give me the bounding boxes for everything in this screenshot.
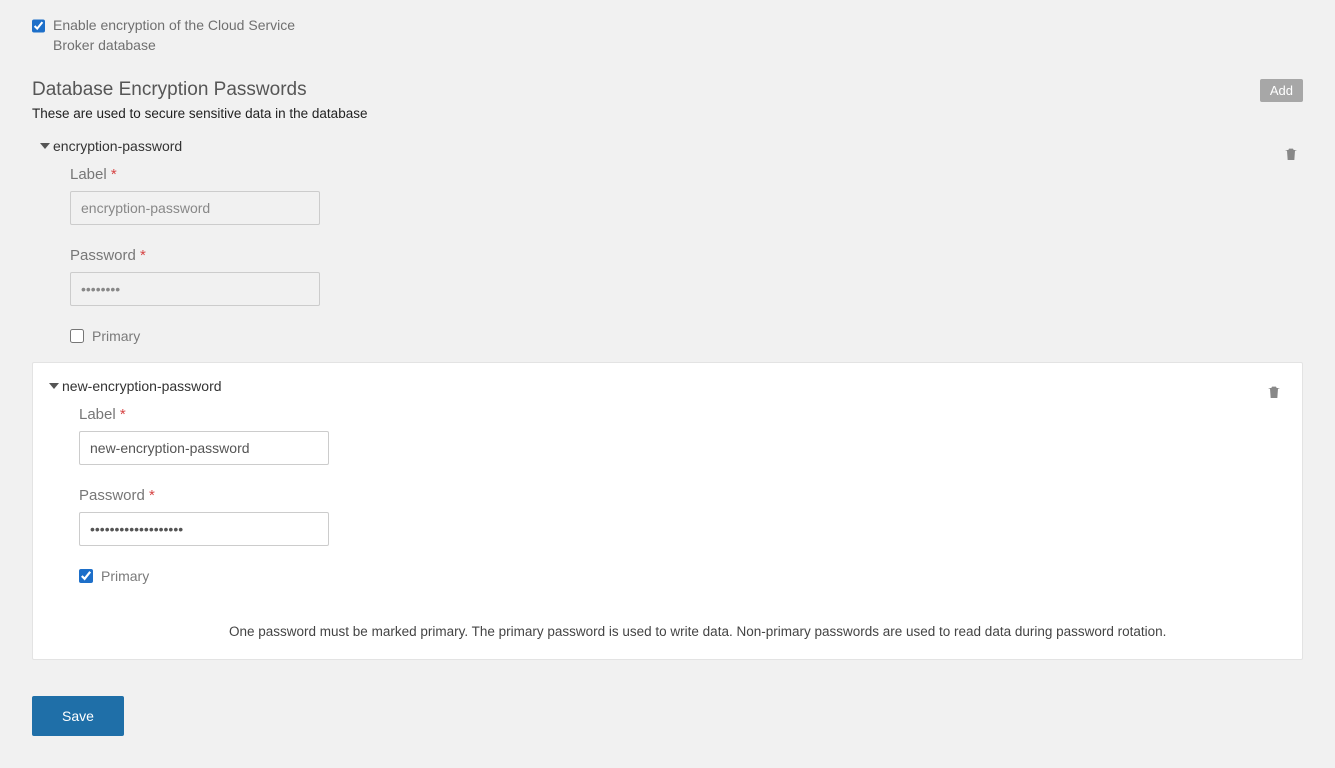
section-header: Database Encryption Passwords Add bbox=[32, 79, 1303, 102]
label-field-group: Label * bbox=[79, 406, 1286, 465]
save-button[interactable]: Save bbox=[32, 696, 124, 736]
password-input[interactable] bbox=[79, 512, 329, 546]
section-subtitle: These are used to secure sensitive data … bbox=[32, 106, 1303, 121]
primary-checkbox[interactable] bbox=[79, 569, 93, 583]
add-button[interactable]: Add bbox=[1260, 79, 1303, 102]
encryption-entry: encryption-password Label * Password * bbox=[32, 135, 1303, 362]
label-input[interactable] bbox=[79, 431, 329, 465]
password-field-label: Password * bbox=[79, 487, 1286, 504]
encryption-entry-active: new-encryption-password Label * Password… bbox=[32, 362, 1303, 660]
entry-header[interactable]: new-encryption-password bbox=[49, 375, 1286, 406]
password-input[interactable] bbox=[70, 272, 320, 306]
primary-row: Primary bbox=[70, 328, 1295, 344]
delete-entry-button[interactable] bbox=[1281, 143, 1301, 168]
delete-entry-button[interactable] bbox=[1264, 381, 1284, 406]
label-field-group: Label * bbox=[70, 166, 1295, 225]
label-input[interactable] bbox=[70, 191, 320, 225]
trash-icon bbox=[1266, 389, 1282, 404]
section-title: Database Encryption Passwords bbox=[32, 79, 307, 101]
password-field-group: Password * bbox=[70, 247, 1295, 306]
chevron-down-icon bbox=[40, 143, 50, 149]
entry-title: new-encryption-password bbox=[62, 378, 222, 394]
chevron-down-icon bbox=[49, 383, 59, 389]
primary-label: Primary bbox=[92, 328, 140, 344]
entry-header[interactable]: encryption-password bbox=[40, 135, 1295, 166]
enable-encryption-label: Enable encryption of the Cloud Service B… bbox=[53, 16, 332, 55]
primary-row: Primary bbox=[79, 568, 149, 584]
label-field-label: Label * bbox=[79, 406, 1286, 423]
enable-encryption-checkbox[interactable] bbox=[32, 19, 45, 33]
primary-help-text: One password must be marked primary. The… bbox=[229, 624, 1166, 639]
label-field-label: Label * bbox=[70, 166, 1295, 183]
primary-checkbox[interactable] bbox=[70, 329, 84, 343]
primary-label: Primary bbox=[101, 568, 149, 584]
trash-icon bbox=[1283, 151, 1299, 166]
enable-encryption-row: Enable encryption of the Cloud Service B… bbox=[32, 16, 332, 55]
password-field-label: Password * bbox=[70, 247, 1295, 264]
entry-title: encryption-password bbox=[53, 138, 182, 154]
password-field-group: Password * bbox=[79, 487, 1286, 546]
